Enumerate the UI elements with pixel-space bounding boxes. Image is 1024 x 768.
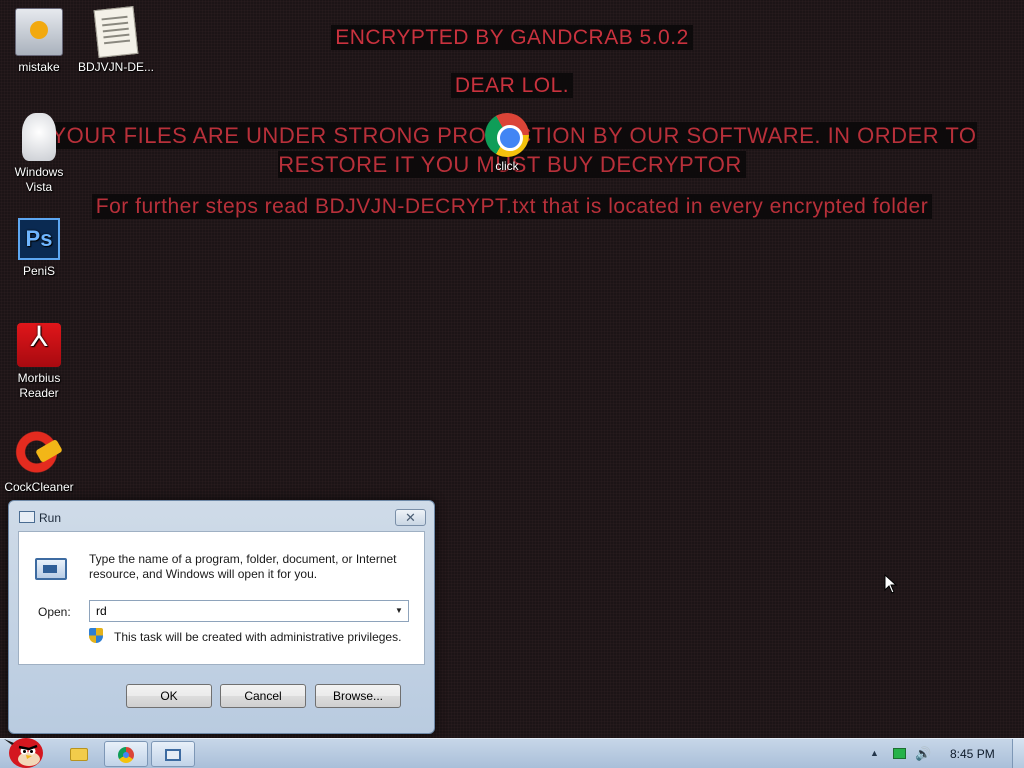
browse-button[interactable]: Browse... xyxy=(315,684,401,708)
run-dialog: Run ✕ Type the name of a program, folder… xyxy=(8,500,435,734)
desktop-icon-chrome[interactable]: click xyxy=(484,113,530,173)
desktop-icon-label: Windows Vista xyxy=(14,165,64,194)
desktop-icon-recycle-bin[interactable]: Windows Vista xyxy=(1,113,77,195)
admin-privileges-note: This task will be created with administr… xyxy=(114,630,402,644)
chrome-icon xyxy=(118,747,134,763)
desktop-icon-ccleaner[interactable]: CockCleaner xyxy=(1,428,77,495)
desktop-icon-label: mistake xyxy=(18,60,60,74)
ransom-greeting: DEAR LOL. xyxy=(0,73,1024,98)
ransom-instructions: For further steps read BDJVJN-DECRYPT.tx… xyxy=(0,194,1024,219)
start-button[interactable] xyxy=(2,731,48,768)
photoshop-icon: Ps xyxy=(18,218,60,260)
run-window-icon xyxy=(19,511,35,523)
taskbar-run[interactable] xyxy=(151,741,195,767)
run-program-icon xyxy=(35,558,67,580)
run-titlebar[interactable]: Run ✕ xyxy=(9,501,434,531)
network-icon[interactable] xyxy=(893,748,906,759)
run-description: Type the name of a program, folder, docu… xyxy=(89,552,397,581)
desktop-icon-label: Morbius Reader xyxy=(17,371,61,400)
taskbar-chrome[interactable] xyxy=(104,741,148,767)
desktop-icon-label: BDJVJN-DE... xyxy=(78,60,155,74)
folder-icon xyxy=(70,748,88,761)
pdf-reader-icon xyxy=(17,323,61,367)
desktop-icon-label: CockCleaner xyxy=(4,480,74,494)
desktop-icon-label: click xyxy=(495,159,519,173)
computer-icon xyxy=(15,8,63,56)
clock[interactable]: 8:45 PM xyxy=(950,747,995,761)
show-desktop-button[interactable] xyxy=(1012,739,1024,768)
recycle-bin-icon xyxy=(22,113,56,161)
open-input-value[interactable]: rd xyxy=(96,604,107,618)
taskbar: ▲ 🔊 8:45 PM xyxy=(0,738,1024,768)
ccleaner-icon xyxy=(15,428,63,476)
run-body: Type the name of a program, folder, docu… xyxy=(18,531,425,665)
open-input[interactable]: rd ▼ xyxy=(89,600,409,622)
cancel-button[interactable]: Cancel xyxy=(220,684,306,708)
volume-icon[interactable]: 🔊 xyxy=(915,746,931,762)
uac-shield-icon xyxy=(89,628,103,643)
ok-button[interactable]: OK xyxy=(126,684,212,708)
desktop-icon-pdf-reader[interactable]: Morbius Reader xyxy=(1,323,77,401)
run-title: Run xyxy=(39,511,62,525)
show-hidden-icons-button[interactable]: ▲ xyxy=(870,748,879,758)
chrome-icon xyxy=(485,113,529,157)
mouse-cursor-icon xyxy=(884,574,898,594)
close-button[interactable]: ✕ xyxy=(395,509,426,526)
run-icon xyxy=(165,749,181,761)
chevron-down-icon[interactable]: ▼ xyxy=(393,605,405,617)
open-label: Open: xyxy=(38,605,71,619)
document-icon xyxy=(93,6,139,58)
desktop-icon-label: PeniS xyxy=(22,264,56,278)
desktop-icon-mistake[interactable]: mistake xyxy=(1,8,77,75)
desktop-icon-decrypt-note[interactable]: BDJVJN-DE... xyxy=(78,6,155,75)
taskbar-explorer[interactable] xyxy=(58,741,102,767)
desktop-icon-photoshop[interactable]: Ps PeniS xyxy=(1,218,77,279)
